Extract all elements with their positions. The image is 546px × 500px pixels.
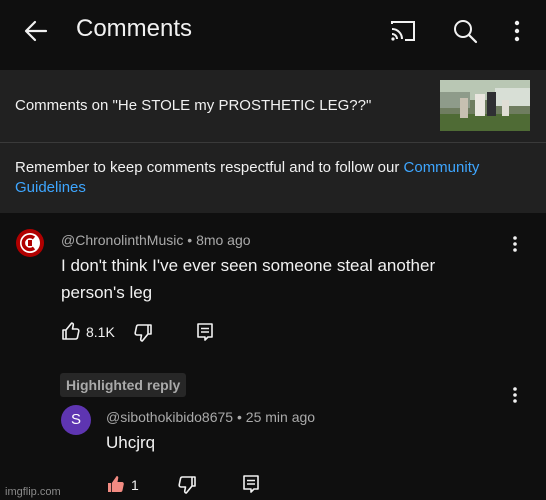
reply-avatar[interactable]: S xyxy=(61,405,91,435)
liked-thumb-icon[interactable] xyxy=(106,474,126,494)
comment-time: 8mo ago xyxy=(196,232,251,248)
like-count: 8.1K xyxy=(86,324,115,340)
like-icon[interactable] xyxy=(61,321,81,341)
page-title: Comments xyxy=(76,15,193,42)
back-arrow-icon[interactable] xyxy=(22,17,50,45)
meta-separator: • xyxy=(187,232,193,248)
comment-text: I don't think I've ever seen someone ste… xyxy=(61,256,436,302)
dislike-icon[interactable] xyxy=(133,323,153,343)
channel-avatar[interactable] xyxy=(15,228,45,258)
video-thumbnail[interactable] xyxy=(440,80,530,131)
cast-icon[interactable] xyxy=(389,18,417,44)
reply-menu-icon[interactable] xyxy=(511,386,519,404)
reply-text: Uhcjrq xyxy=(106,433,156,452)
search-icon[interactable] xyxy=(452,18,478,44)
reply-header: @sibothokibido8675 • 25 min ago xyxy=(106,409,315,425)
video-title-caption: Comments on "He STOLE my PROSTHETIC LEG?… xyxy=(15,97,372,114)
reply-author[interactable]: @sibothokibido8675 xyxy=(106,409,233,425)
notice-text: Remember to keep comments respectful and… xyxy=(15,159,404,176)
reply-to-reply-icon[interactable] xyxy=(242,474,260,494)
community-notice: Remember to keep comments respectful and… xyxy=(15,158,525,198)
comment-author[interactable]: @ChronolinthMusic xyxy=(61,232,183,248)
reply-like-count: 1 xyxy=(131,477,139,493)
panel-divider xyxy=(0,142,546,143)
reply-time: 25 min ago xyxy=(245,409,316,425)
more-options-icon[interactable] xyxy=(512,19,522,43)
highlighted-reply-label: Highlighted reply xyxy=(60,373,187,397)
reply-icon[interactable] xyxy=(196,322,214,342)
meta-separator: • xyxy=(236,409,242,425)
comment-menu-icon[interactable] xyxy=(511,235,519,253)
watermark: imgflip.com xyxy=(5,486,61,498)
comment-header: @ChronolinthMusic • 8mo ago xyxy=(61,232,251,248)
reply-dislike-icon[interactable] xyxy=(177,475,197,495)
